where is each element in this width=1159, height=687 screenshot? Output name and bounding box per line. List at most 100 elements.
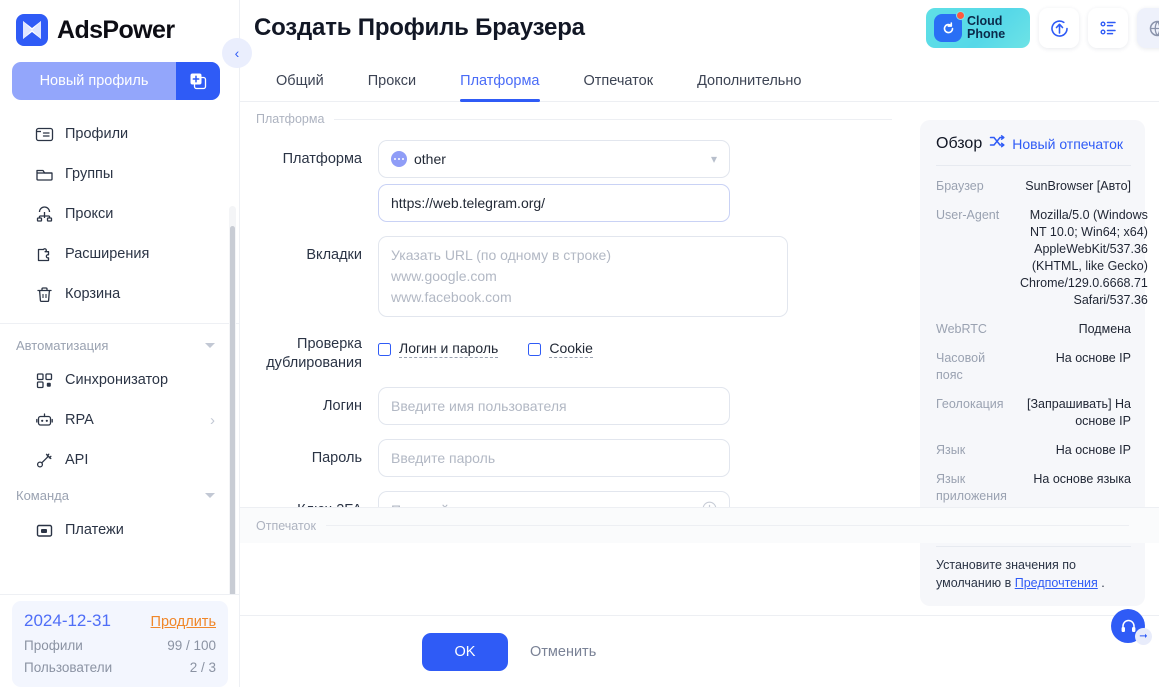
- password-placeholder: Введите пароль: [391, 450, 496, 466]
- globe-settings-icon[interactable]: [1137, 8, 1159, 48]
- login-input[interactable]: Введите имя пользователя: [378, 387, 730, 425]
- cloud-phone-icon: [934, 11, 965, 42]
- overview-row-timezone: Часовой пояс На основе IP: [936, 344, 1131, 390]
- overview-key: Геолокация: [936, 397, 1004, 411]
- section-title: Платформа: [256, 112, 325, 126]
- section-rule: [325, 525, 1129, 526]
- plan-card-container: 2024-12-31 Продлить Профили 99 / 100 Пол…: [0, 594, 239, 687]
- tab-advanced[interactable]: Дополнительно: [675, 73, 823, 101]
- overview-footer-suffix: .: [1097, 576, 1105, 590]
- checkbox-box-icon[interactable]: [378, 342, 391, 356]
- sidebar-nav: Профили Группы Прокси Расширения Корзина…: [0, 106, 239, 594]
- plan-row-users: Пользователи 2 / 3: [24, 660, 216, 675]
- checkbox-cookie[interactable]: Cookie: [528, 340, 593, 358]
- add-copy-icon[interactable]: [176, 62, 220, 100]
- sidebar-group-label: Команда: [16, 487, 69, 503]
- overview-key: Язык: [936, 443, 966, 457]
- tab-bar: Общий Прокси Платформа Отпечаток Дополни…: [240, 56, 1159, 102]
- sidebar-item-payments[interactable]: Платежи: [0, 510, 239, 550]
- sidebar-item-label: RPA: [65, 412, 94, 428]
- brand-name: AdsPower: [57, 15, 175, 44]
- plan-card: 2024-12-31 Продлить Профили 99 / 100 Пол…: [12, 601, 228, 687]
- field-login: Логин Введите имя пользователя: [240, 387, 922, 425]
- caret-down-icon[interactable]: [205, 492, 215, 498]
- sync-icon: [34, 370, 54, 390]
- payments-card-icon: [34, 520, 54, 540]
- preferences-link[interactable]: Предпочтения: [1015, 576, 1098, 590]
- section-header-platform: Платформа: [240, 106, 922, 126]
- plan-row-value: 2 / 3: [189, 660, 216, 675]
- sidebar-item-rpa[interactable]: RPA ›: [0, 400, 239, 440]
- sidebar-item-extensions[interactable]: Расширения: [0, 234, 239, 274]
- task-list-icon[interactable]: [1088, 8, 1128, 48]
- sidebar-item-api[interactable]: API: [0, 440, 239, 480]
- tab-proxy[interactable]: Прокси: [346, 73, 438, 101]
- dup-label-line1: Проверка: [297, 336, 362, 352]
- new-fingerprint-link[interactable]: Новый отпечаток: [1012, 136, 1123, 152]
- field-label-duplicate-check: Проверка дублирования: [240, 331, 378, 373]
- field-label-tabs: Вкладки: [306, 247, 362, 263]
- headset-support-icon[interactable]: ➞: [1111, 609, 1152, 645]
- field-password: Пароль Введите пароль: [240, 439, 922, 477]
- overview-value: Mozilla/5.0 (Windows NT 10.0; Win64; x64…: [1020, 208, 1148, 307]
- app-window: AdsPower Новый профиль Профили Группы Пр…: [0, 0, 1159, 687]
- section-title: Отпечаток: [256, 518, 316, 533]
- cancel-button[interactable]: Отменить: [530, 644, 596, 660]
- arrow-right-icon[interactable]: ➞: [1135, 628, 1152, 645]
- shuffle-icon[interactable]: [989, 134, 1005, 154]
- chevron-left-icon[interactable]: ‹: [222, 38, 252, 68]
- platform-url-value: https://web.telegram.org/: [391, 195, 546, 211]
- adspower-logo-icon: [16, 14, 48, 46]
- sidebar-group-automation[interactable]: Автоматизация: [0, 330, 239, 360]
- plan-expiry-date: 2024-12-31: [24, 611, 111, 630]
- tabs-placeholder-line-1: Указать URL (по одному в строке): [391, 247, 611, 263]
- overview-key: Язык приложения: [936, 472, 1007, 503]
- tabs-placeholder-line-2: www.google.com: [391, 268, 497, 284]
- main-content: ‹ Создать Профиль Браузера Cloud Phone О…: [222, 0, 1159, 687]
- password-input[interactable]: Введите пароль: [378, 439, 730, 477]
- overview-title: Обзор: [936, 135, 983, 152]
- sidebar-item-trash[interactable]: Корзина: [0, 274, 239, 314]
- caret-down-icon[interactable]: [205, 342, 215, 348]
- tab-fingerprint[interactable]: Отпечаток: [562, 73, 676, 101]
- platform-select[interactable]: other ▾: [378, 140, 730, 178]
- brand-logo: AdsPower: [0, 0, 239, 54]
- sidebar-item-groups[interactable]: Группы: [0, 154, 239, 194]
- sidebar-item-profiles[interactable]: Профили: [0, 114, 239, 154]
- checkbox-box-icon[interactable]: [528, 342, 542, 356]
- notification-dot: [956, 11, 965, 20]
- title-bar: Создать Профиль Браузера Cloud Phone: [240, 0, 1159, 56]
- tabs-textarea[interactable]: Указать URL (по одному в строке) www.goo…: [378, 236, 788, 317]
- new-profile-button[interactable]: Новый профиль: [12, 62, 220, 100]
- chevron-right-icon[interactable]: ›: [210, 412, 215, 429]
- sidebar-item-proxy[interactable]: Прокси: [0, 194, 239, 234]
- overview-row-webrtc: WebRTC Подмена: [936, 315, 1131, 344]
- proxy-network-icon: [34, 204, 54, 224]
- overview-value: [Запрашивать] На основе IP: [1027, 397, 1131, 428]
- platform-url-input[interactable]: https://web.telegram.org/: [378, 184, 730, 222]
- sidebar-item-synchronizer[interactable]: Синхронизатор: [0, 360, 239, 400]
- overview-key: Браузер: [936, 179, 984, 193]
- trash-icon: [34, 284, 54, 304]
- sidebar-item-label: Расширения: [65, 246, 150, 262]
- overview-key: WebRTC: [936, 322, 987, 336]
- field-platform: Платформа other ▾ https://web.telegram.o…: [240, 140, 922, 222]
- overview-row-language: Язык На основе IP: [936, 436, 1131, 465]
- sidebar-item-label: Корзина: [65, 286, 121, 302]
- tab-platform[interactable]: Платформа: [438, 73, 561, 102]
- sidebar-group-team[interactable]: Команда: [0, 480, 239, 510]
- overview-row-geolocation: Геолокация [Запрашивать] На основе IP: [936, 390, 1131, 436]
- update-icon[interactable]: [1039, 8, 1079, 48]
- field-duplicate-check: Проверка дублирования Логин и пароль Coo…: [240, 331, 922, 373]
- checkbox-login-password[interactable]: Логин и пароль: [378, 340, 499, 358]
- cloud-phone-button[interactable]: Cloud Phone: [926, 8, 1030, 48]
- plan-row-value: 99 / 100: [167, 638, 216, 653]
- dialog-footer: OK Отменить: [240, 615, 1159, 687]
- chevron-down-icon[interactable]: ▾: [711, 152, 717, 166]
- tab-general[interactable]: Общий: [254, 73, 346, 101]
- renew-link[interactable]: Продлить: [151, 614, 216, 630]
- form-body: Платформа Платформа other ▾ https://web.…: [240, 102, 1159, 615]
- ok-button[interactable]: OK: [422, 632, 508, 671]
- folder-icon: [34, 164, 54, 184]
- plan-row-label: Профили: [24, 638, 83, 653]
